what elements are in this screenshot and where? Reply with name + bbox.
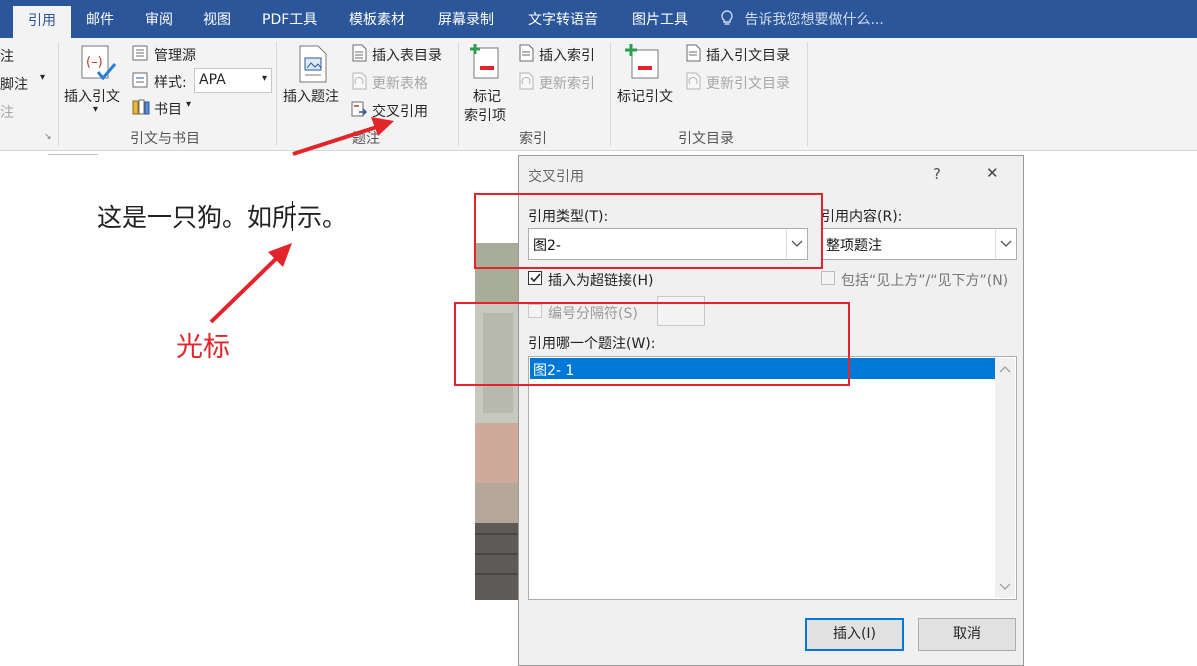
insert-as-hyperlink-label: 插入为超链接(H) xyxy=(548,273,654,289)
arrow-to-cursor xyxy=(209,251,284,324)
include-above-below-label: 包括“见上方”/“见下方”(N) xyxy=(841,273,1009,289)
highlight-caption-selection xyxy=(454,302,850,386)
chevron-down-icon xyxy=(995,229,1016,259)
highlight-reference-type xyxy=(474,193,823,269)
checkmark-icon xyxy=(530,273,541,283)
cancel-button[interactable]: 取消 xyxy=(918,618,1016,651)
insert-as-hyperlink-checkbox[interactable] xyxy=(528,271,542,285)
insert-reference-to-select[interactable]: 整项题注 xyxy=(821,228,1017,260)
include-above-below-checkbox[interactable] xyxy=(821,271,835,285)
scroll-up-icon[interactable] xyxy=(995,360,1015,380)
caption-list[interactable]: 图2- 1 xyxy=(528,356,1017,600)
insert-reference-to-label: 引用内容(R): xyxy=(821,209,903,225)
close-button[interactable]: ✕ xyxy=(986,164,999,182)
list-scrollbar[interactable] xyxy=(995,358,1015,598)
help-button[interactable]: ? xyxy=(933,165,941,183)
arrow-to-cross-reference xyxy=(292,124,381,156)
dialog-title: 交叉引用 xyxy=(528,169,584,185)
insert-button[interactable]: 插入(I) xyxy=(805,618,904,651)
insert-reference-to-value: 整项题注 xyxy=(826,238,882,254)
scroll-down-icon[interactable] xyxy=(995,576,1015,596)
